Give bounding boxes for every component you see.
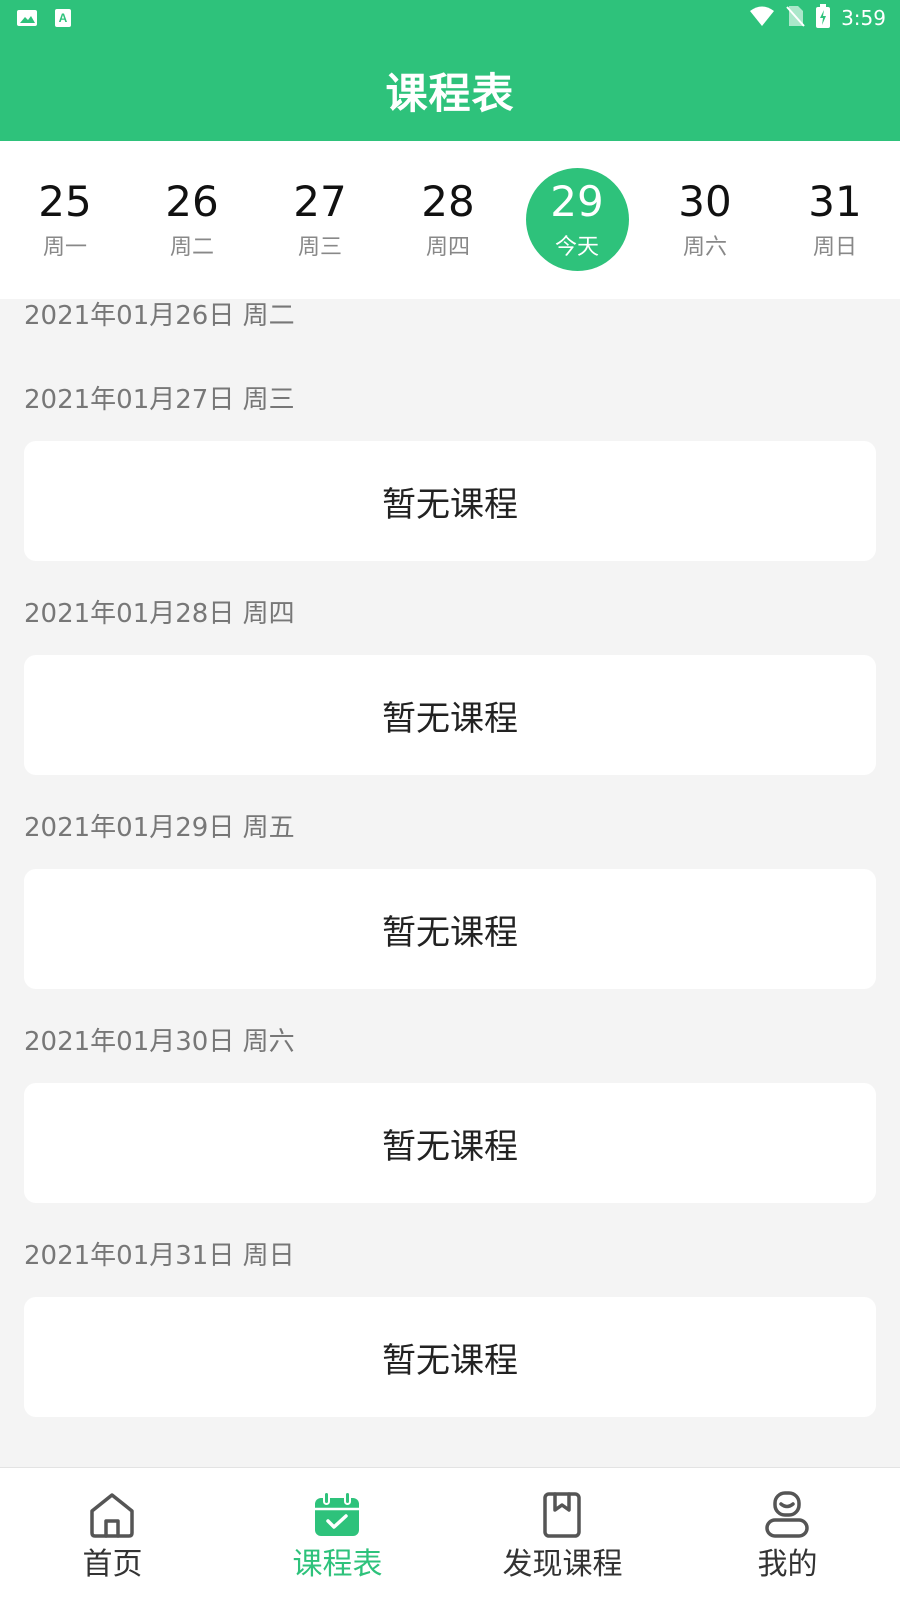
day-weekday: 周一 <box>42 235 87 260</box>
status-bar: A 3:59 <box>0 0 900 36</box>
font-icon: A <box>52 8 74 28</box>
day-weekday: 周四 <box>425 235 470 260</box>
day-25[interactable]: 25 周一 <box>0 141 130 299</box>
week-strip: 25 周一 26 周二 27 周三 28 周四 29 今天 30 周六 31 周… <box>0 141 900 299</box>
day-number: 30 <box>678 177 732 226</box>
day-today-label: 今天 <box>554 235 599 260</box>
day-29-today[interactable]: 29 今天 <box>512 141 642 299</box>
nav-label: 我的 <box>757 1547 818 1582</box>
day-number: 27 <box>293 177 347 226</box>
empty-course-card[interactable]: 暂无课程 <box>24 869 876 989</box>
nav-label: 课程表 <box>292 1547 383 1582</box>
svg-text:A: A <box>59 11 68 25</box>
day-31[interactable]: 31 周日 <box>770 141 900 299</box>
calendar-icon <box>312 1490 362 1540</box>
day-30[interactable]: 30 周六 <box>640 141 770 299</box>
nav-discover-courses[interactable]: 发现课程 <box>450 1468 675 1600</box>
day-number: 31 <box>808 177 862 226</box>
user-icon <box>762 1490 812 1540</box>
date-header: 2021年01月28日 周四 <box>24 599 295 629</box>
nav-mine[interactable]: 我的 <box>675 1468 900 1600</box>
date-header: 2021年01月30日 周六 <box>24 1027 295 1057</box>
day-number: 25 <box>38 177 92 226</box>
empty-course-card[interactable]: 暂无课程 <box>24 655 876 775</box>
day-27[interactable]: 27 周三 <box>255 141 385 299</box>
empty-course-text: 暂无课程 <box>382 1340 518 1381</box>
day-number: 28 <box>421 177 475 226</box>
day-number: 26 <box>165 177 219 226</box>
empty-course-card[interactable]: 暂无课程 <box>24 1297 876 1417</box>
empty-course-card[interactable]: 暂无课程 <box>24 1083 876 1203</box>
nav-label: 发现课程 <box>502 1547 623 1582</box>
empty-course-text: 暂无课程 <box>382 484 518 525</box>
nav-label: 首页 <box>82 1547 143 1582</box>
date-header: 2021年01月26日 周二 <box>24 301 295 331</box>
page-title: 课程表 <box>385 69 515 118</box>
nav-schedule[interactable]: 课程表 <box>225 1468 450 1600</box>
empty-course-text: 暂无课程 <box>382 912 518 953</box>
empty-course-text: 暂无课程 <box>382 698 518 739</box>
status-time: 3:59 <box>841 6 886 30</box>
day-weekday: 周三 <box>297 235 342 260</box>
app-root: A 3:59 课程表 25 周一 26 周二 27 周三 28 周四 29 今天… <box>0 0 900 1600</box>
bottom-nav: 首页 课程表 发现课程 我的 <box>0 1467 900 1600</box>
empty-course-card[interactable]: 暂无课程 <box>24 441 876 561</box>
day-26[interactable]: 26 周二 <box>127 141 257 299</box>
day-number: 29 <box>550 177 604 226</box>
date-header: 2021年01月31日 周日 <box>24 1241 295 1271</box>
wifi-icon <box>749 5 775 31</box>
battery-charging-icon <box>815 4 831 32</box>
day-weekday: 周二 <box>169 235 214 260</box>
book-icon <box>537 1490 587 1540</box>
date-header: 2021年01月27日 周三 <box>24 385 295 415</box>
schedule-list[interactable]: 2021年01月26日 周二 2021年01月27日 周三 暂无课程 2021年… <box>0 299 900 1467</box>
no-sim-icon <box>785 5 805 31</box>
day-weekday: 周日 <box>812 235 857 260</box>
day-weekday: 周六 <box>682 235 727 260</box>
day-28[interactable]: 28 周四 <box>383 141 513 299</box>
date-header: 2021年01月29日 周五 <box>24 813 295 843</box>
header: A 3:59 课程表 <box>0 0 900 141</box>
home-icon <box>87 1490 137 1540</box>
nav-home[interactable]: 首页 <box>0 1468 225 1600</box>
image-icon <box>16 8 38 28</box>
empty-course-text: 暂无课程 <box>382 1126 518 1167</box>
